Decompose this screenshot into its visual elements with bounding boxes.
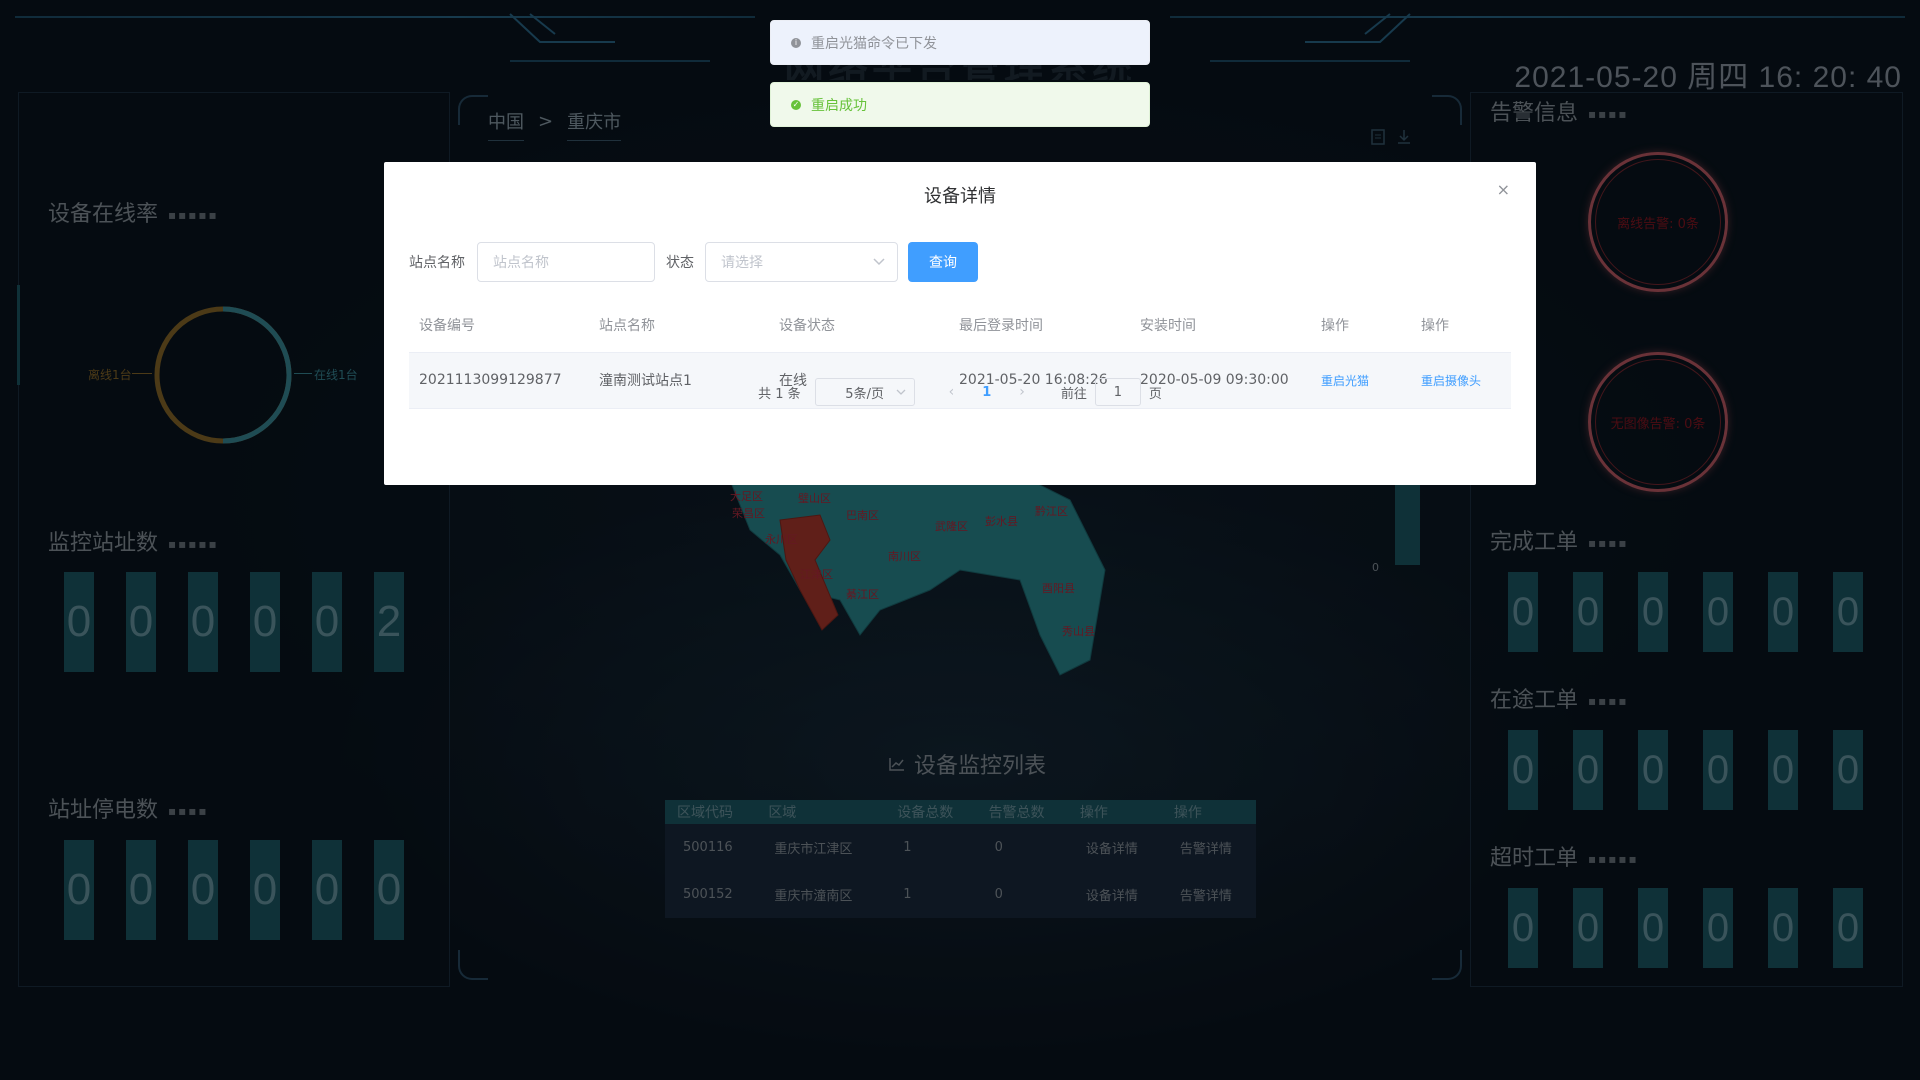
close-icon[interactable]: ×: [1497, 180, 1510, 199]
chevron-down-icon: [873, 258, 885, 266]
col-header: 设备状态: [769, 298, 949, 353]
success-message-text: 重启成功: [811, 97, 867, 114]
goto-page-input[interactable]: 1: [1094, 378, 1141, 406]
status-select[interactable]: 请选择: [705, 242, 898, 282]
col-header: 操作: [1411, 298, 1511, 353]
page-number[interactable]: 1: [982, 385, 991, 400]
device-detail-dialog: 设备详情 × 站点名称 站点名称 状态 请选择 查询 设备编号 站点名称 设备状…: [384, 162, 1536, 485]
query-button[interactable]: 查询: [908, 242, 978, 282]
status-select-placeholder: 请选择: [721, 255, 763, 271]
pagination-total: 共 1 条: [758, 386, 801, 402]
station-name-label: 站点名称: [409, 255, 465, 271]
station-name-input[interactable]: 站点名称: [477, 242, 655, 282]
pagination: 共 1 条 5条/页 ‹ 1 › 前往 1 页: [384, 378, 1536, 406]
next-page-icon[interactable]: ›: [1019, 384, 1025, 400]
col-header: 最后登录时间: [949, 298, 1130, 353]
success-message: ✓ 重启成功: [770, 82, 1150, 127]
col-header: 站点名称: [589, 298, 769, 353]
status-label: 状态: [666, 255, 694, 271]
col-header: 操作: [1311, 298, 1411, 353]
col-header: 设备编号: [409, 298, 589, 353]
info-message-text: 重启光猫命令已下发: [811, 35, 937, 52]
info-message: i 重启光猫命令已下发: [770, 20, 1150, 65]
success-check-icon: ✓: [791, 99, 801, 110]
dialog-title: 设备详情: [924, 186, 996, 207]
info-icon: i: [791, 37, 801, 48]
goto-suffix: 页: [1148, 386, 1162, 402]
prev-page-icon[interactable]: ‹: [949, 384, 955, 400]
chevron-down-icon: [896, 389, 906, 395]
table-header-row: 设备编号 站点名称 设备状态 最后登录时间 安装时间 操作 操作: [409, 298, 1511, 353]
col-header: 安装时间: [1130, 298, 1311, 353]
goto-prefix: 前往: [1060, 386, 1087, 402]
page-size-select[interactable]: 5条/页: [814, 378, 915, 406]
page-size-value: 5条/页: [845, 386, 884, 402]
